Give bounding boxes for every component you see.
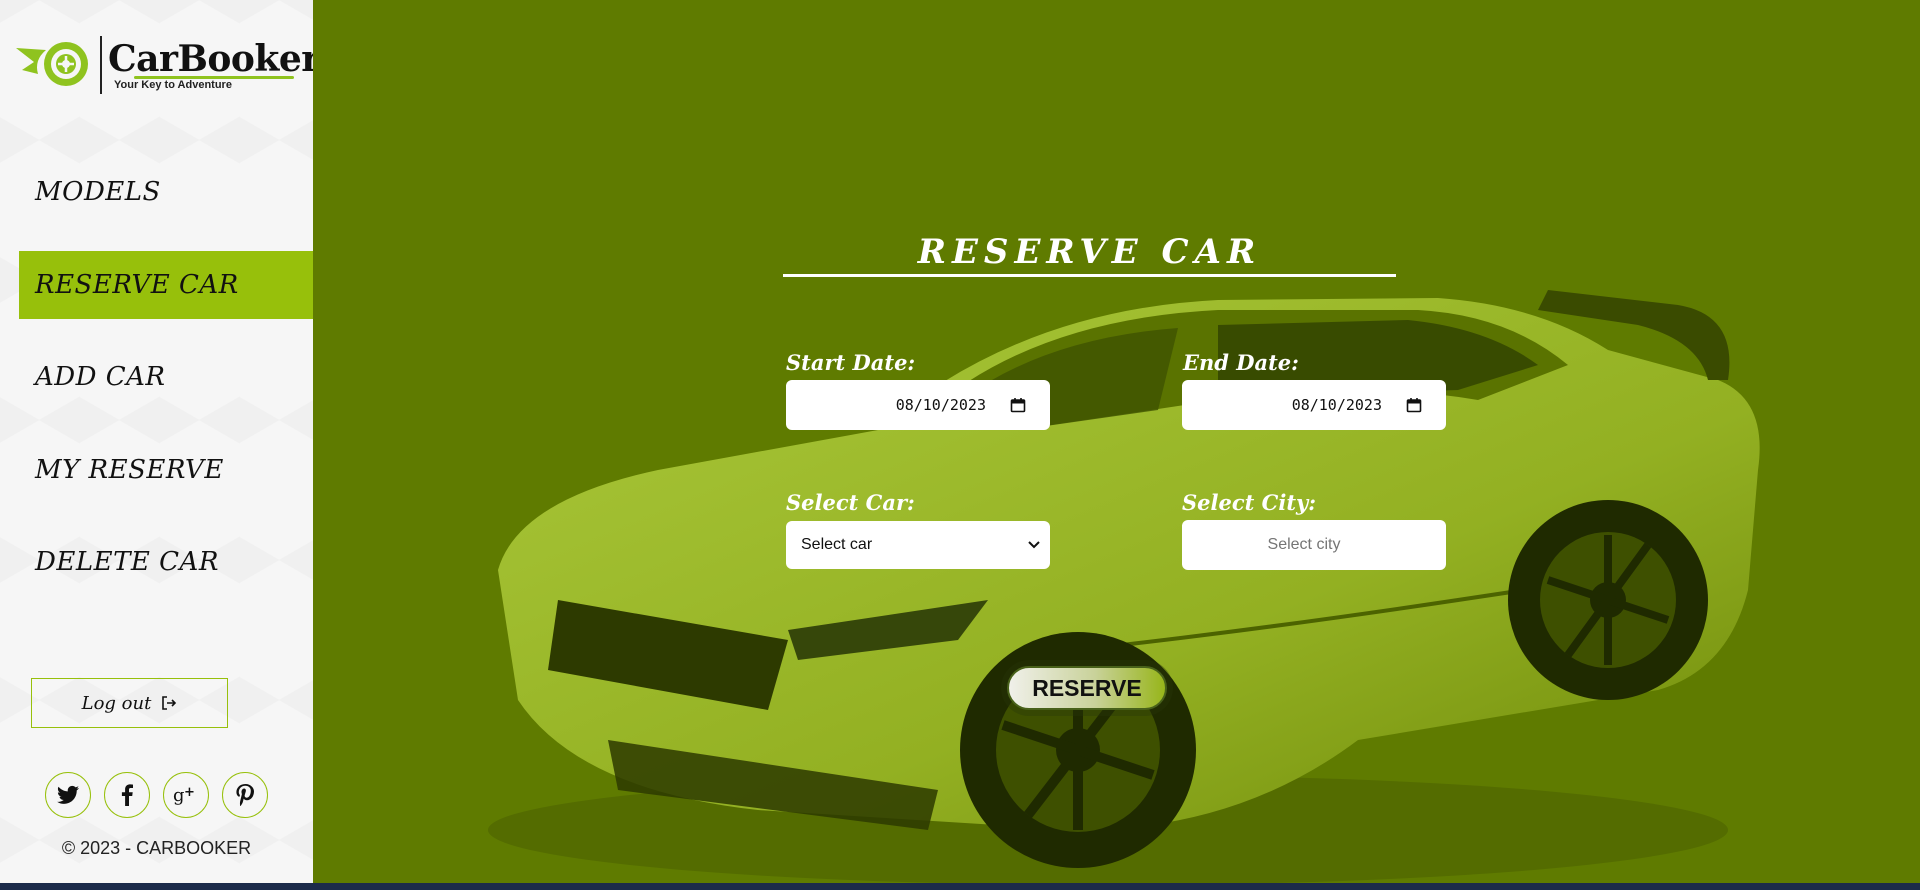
svg-text:g: g bbox=[173, 785, 185, 805]
twitter-icon bbox=[57, 785, 79, 804]
select-car-value: Select car bbox=[801, 536, 873, 553]
nav-item-add-car[interactable]: ADD CAR bbox=[19, 343, 313, 411]
pinterest-icon bbox=[236, 784, 254, 806]
nav-item-reserve-car[interactable]: RESERVE CAR bbox=[19, 250, 313, 319]
svg-text:+: + bbox=[184, 785, 195, 800]
title-underline bbox=[783, 274, 1396, 277]
bottom-bar bbox=[0, 883, 1920, 890]
end-date-input[interactable]: 08/10/2023 bbox=[1182, 380, 1446, 430]
select-car-label: Select Car: bbox=[786, 490, 915, 515]
select-car-dropdown[interactable]: Select car bbox=[786, 521, 1050, 569]
sidebar-nav: MODELS RESERVE CAR ADD CAR MY RESERVE DE… bbox=[19, 158, 313, 621]
google-plus-link[interactable]: g + bbox=[163, 772, 209, 818]
end-date-label: End Date: bbox=[1183, 350, 1299, 375]
pinterest-link[interactable] bbox=[222, 772, 268, 818]
google-plus-icon: g + bbox=[173, 785, 195, 805]
brand-name: CarBooker bbox=[108, 38, 320, 80]
brand-tagline: Your Key to Adventure bbox=[114, 79, 232, 91]
main-content: RESERVE CAR Start Date: 08/10/2023 End D… bbox=[313, 0, 1920, 883]
nav-item-delete-car[interactable]: DELETE CAR bbox=[19, 528, 313, 596]
calendar-icon[interactable] bbox=[1010, 397, 1026, 413]
logout-label: Log out bbox=[81, 692, 152, 714]
facebook-link[interactable] bbox=[104, 772, 150, 818]
logout-icon bbox=[162, 696, 177, 710]
start-date-value: 08/10/2023 bbox=[895, 396, 986, 414]
select-city-input[interactable]: Select city bbox=[1182, 520, 1446, 570]
select-city-label: Select City: bbox=[1182, 490, 1317, 515]
nav-item-my-reserve[interactable]: MY RESERVE bbox=[19, 436, 313, 504]
form-title-wrap: RESERVE CAR bbox=[783, 232, 1396, 272]
logo[interactable]: CarBooker Your Key to Adventure bbox=[16, 34, 320, 96]
logout-button[interactable]: Log out bbox=[31, 678, 228, 728]
end-date-value: 08/10/2023 bbox=[1291, 396, 1382, 414]
copyright-text: © 2023 - CARBOOKER bbox=[61, 838, 252, 858]
sidebar: CarBooker Your Key to Adventure MODELS R… bbox=[0, 0, 320, 883]
logo-icon bbox=[16, 42, 88, 86]
calendar-icon[interactable] bbox=[1406, 397, 1422, 413]
start-date-input[interactable]: 08/10/2023 bbox=[786, 380, 1050, 430]
facebook-icon bbox=[121, 784, 133, 806]
nav-item-models[interactable]: MODELS bbox=[19, 158, 313, 226]
start-date-label: Start Date: bbox=[786, 350, 916, 375]
chevron-down-icon bbox=[1028, 541, 1040, 549]
car-background-image bbox=[488, 290, 1760, 883]
page-title: RESERVE CAR bbox=[917, 232, 1262, 272]
reserve-button[interactable]: RESERVE bbox=[1007, 666, 1167, 710]
logo-divider bbox=[100, 36, 102, 94]
social-links: g + bbox=[45, 772, 268, 818]
twitter-link[interactable] bbox=[45, 772, 91, 818]
